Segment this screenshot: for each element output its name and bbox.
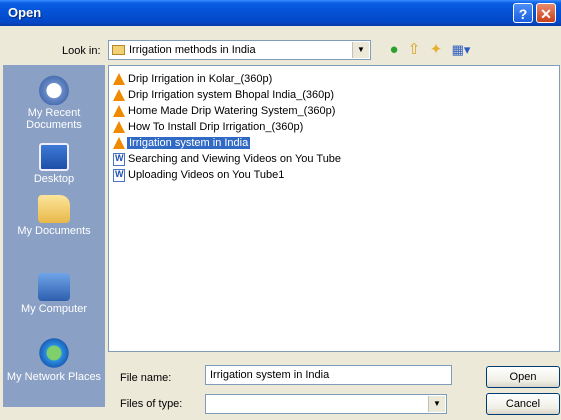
- my-documents-icon: [38, 195, 70, 223]
- vlc-media-icon: [113, 105, 125, 117]
- open-dialog: Open ? ✕ Look in: Irrigation methods in …: [0, 0, 561, 420]
- close-button[interactable]: ✕: [536, 3, 556, 23]
- file-name: Drip Irrigation system Bhopal India_(360…: [128, 89, 335, 101]
- files-of-type-dropdown[interactable]: ▼: [205, 394, 447, 414]
- place-label: My Documents: [17, 225, 91, 237]
- folder-icon: [112, 45, 125, 55]
- vlc-media-icon: [113, 89, 125, 101]
- new-folder-icon[interactable]: ✦: [426, 40, 446, 60]
- place-my-recent-documents[interactable]: My Recent Documents: [3, 73, 105, 131]
- file-name: Home Made Drip Watering System_(360p): [128, 105, 336, 117]
- look-in-dropdown[interactable]: Irrigation methods in India ▼: [108, 40, 371, 60]
- file-name: Uploading Videos on You Tube1: [128, 169, 285, 181]
- place-label: My Recent Documents: [26, 107, 82, 131]
- file-name-label: File name:: [120, 372, 172, 384]
- open-button[interactable]: Open: [486, 366, 560, 388]
- look-in-label: Look in:: [62, 45, 101, 57]
- place-my-computer[interactable]: My Computer: [3, 273, 105, 315]
- file-name: How To Install Drip Irrigation_(360p): [128, 121, 304, 133]
- place-label: Desktop: [33, 173, 75, 185]
- dialog-title: Open: [8, 5, 42, 20]
- word-document-icon: [113, 153, 125, 166]
- place-desktop[interactable]: Desktop: [3, 143, 105, 185]
- files-of-type-label: Files of type:: [120, 398, 183, 410]
- help-button[interactable]: ?: [513, 3, 533, 23]
- place-my-network-places[interactable]: My Network Places: [3, 337, 105, 383]
- vlc-media-icon: [113, 137, 125, 149]
- place-label: My Network Places: [6, 371, 102, 383]
- up-folder-icon[interactable]: ⇧: [404, 40, 424, 60]
- file-list[interactable]: Drip Irrigation in Kolar_(360p) Drip Irr…: [108, 65, 560, 352]
- word-document-icon: [113, 169, 125, 182]
- vlc-media-icon: [113, 121, 125, 133]
- file-name: Irrigation system in India: [127, 137, 251, 149]
- file-name: Searching and Viewing Videos on You Tube: [128, 153, 342, 165]
- my-computer-icon: [38, 273, 70, 301]
- vlc-media-icon: [113, 73, 125, 85]
- look-in-value: Irrigation methods in India: [129, 44, 256, 56]
- place-label: My Computer: [20, 303, 88, 315]
- title-bar[interactable]: Open ? ✕: [0, 0, 561, 26]
- recent-documents-icon: [37, 73, 71, 105]
- network-places-icon: [37, 337, 71, 369]
- chevron-down-icon[interactable]: ▼: [428, 396, 445, 412]
- places-bar: My Recent Documents Desktop My Documents…: [3, 65, 105, 407]
- views-menu-icon[interactable]: ▦▾: [448, 40, 474, 60]
- cancel-button[interactable]: Cancel: [486, 393, 560, 415]
- back-arrow-icon[interactable]: ●: [384, 40, 404, 60]
- chevron-down-icon[interactable]: ▼: [352, 42, 369, 58]
- desktop-icon: [39, 143, 69, 171]
- file-name-input[interactable]: [205, 365, 452, 385]
- file-name: Drip Irrigation in Kolar_(360p): [128, 73, 273, 85]
- place-my-documents[interactable]: My Documents: [3, 195, 105, 237]
